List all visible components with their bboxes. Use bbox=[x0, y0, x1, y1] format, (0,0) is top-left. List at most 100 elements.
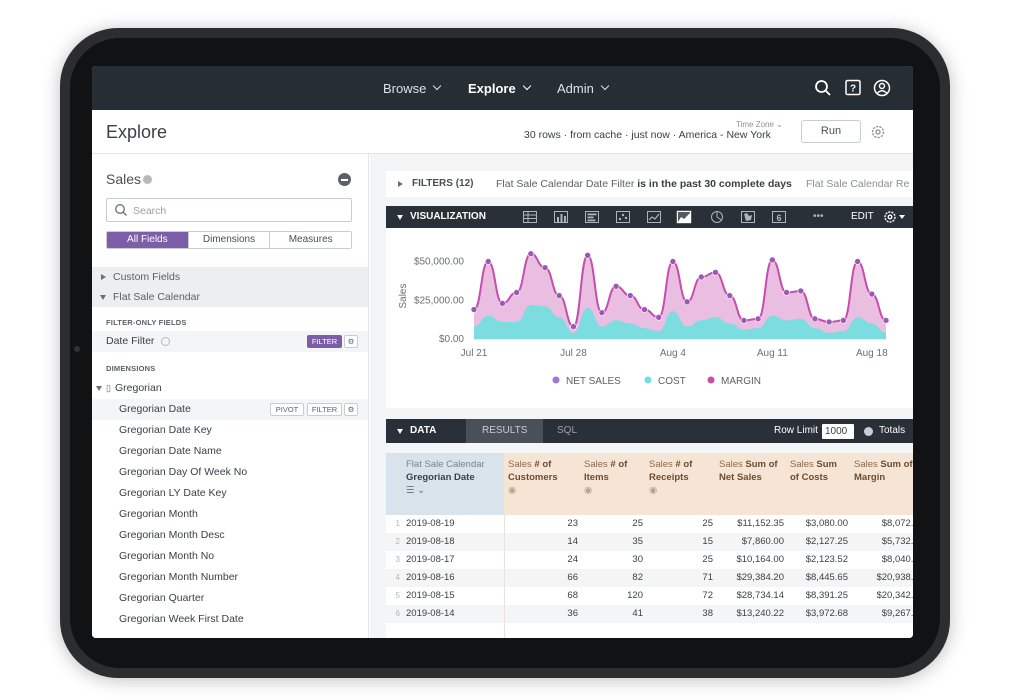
pie-chart-icon[interactable] bbox=[709, 210, 725, 224]
search-icon[interactable] bbox=[814, 79, 832, 97]
data-point bbox=[555, 292, 563, 299]
user-icon[interactable] bbox=[873, 79, 891, 97]
data-point bbox=[840, 317, 847, 324]
table-row: 5 2019-08-15 68 120 72 $28,734.14 $8,391.25 $20… bbox=[386, 587, 913, 605]
group-gregorian[interactable]: ▯ Gregorian bbox=[92, 378, 368, 399]
field-gregorian-week-first-date[interactable]: Gregorian Week First Date bbox=[92, 609, 368, 630]
column-header-receipts[interactable]: Sales # of Receipts ◉ bbox=[645, 453, 715, 515]
edit-button[interactable]: EDIT bbox=[851, 206, 874, 228]
data-point bbox=[598, 309, 606, 316]
field-gregorian-day-of-week-no[interactable]: Gregorian Day Of Week No bbox=[92, 462, 368, 483]
field-gregorian-date-name[interactable]: Gregorian Date Name bbox=[92, 441, 368, 462]
totals-toggle[interactable] bbox=[864, 427, 873, 436]
field-gregorian-date-key[interactable]: Gregorian Date Key bbox=[92, 420, 368, 441]
segment-dimensions[interactable]: Dimensions bbox=[187, 232, 270, 248]
dimensions-heading: DIMENSIONS bbox=[106, 364, 156, 373]
gear-icon[interactable]: ⚙ bbox=[344, 403, 358, 416]
field-gregorian-ly-date-key[interactable]: Gregorian LY Date Key bbox=[92, 483, 368, 504]
legend-label: COST bbox=[658, 376, 686, 387]
gear-icon[interactable] bbox=[870, 124, 886, 140]
timezone-label[interactable]: Time Zone ⌄ bbox=[736, 120, 783, 129]
data-point bbox=[882, 317, 890, 324]
scatter-chart-icon[interactable] bbox=[615, 210, 631, 224]
x-tick-label: Jul 28 bbox=[560, 348, 587, 359]
cell-cust: 24 bbox=[567, 554, 578, 565]
nav-browse[interactable]: Browse bbox=[383, 66, 442, 110]
field-gregorian-quarter[interactable]: Gregorian Quarter bbox=[92, 588, 368, 609]
field-gregorian-date[interactable]: Gregorian Date PIVOT FILTER ⚙ bbox=[92, 399, 368, 420]
row-number: 3 bbox=[395, 555, 400, 564]
y-tick-label: $50,000.00 bbox=[414, 257, 464, 268]
more-icon[interactable]: ••• bbox=[813, 206, 824, 228]
segment-all-fields[interactable]: All Fields bbox=[107, 232, 188, 248]
data-point bbox=[712, 269, 719, 276]
column-header-customers[interactable]: Sales # of Customers ◉ bbox=[504, 453, 580, 515]
caret-down-icon bbox=[100, 295, 106, 300]
cell-items: 120 bbox=[627, 590, 643, 601]
gear-icon[interactable] bbox=[883, 210, 897, 224]
field-search-input[interactable]: Search bbox=[106, 198, 352, 222]
cell-net: $13,240.22 bbox=[736, 608, 784, 619]
cell-rec: 71 bbox=[702, 572, 713, 583]
filter-summary-more: Flat Sale Calendar Re bbox=[806, 178, 910, 190]
gear-icon[interactable]: ⚙ bbox=[344, 335, 358, 348]
pivot-button[interactable]: PIVOT bbox=[270, 403, 304, 416]
nav-admin[interactable]: Admin bbox=[557, 66, 610, 110]
tab-results[interactable]: RESULTS bbox=[466, 419, 544, 443]
filters-header[interactable]: FILTERS (12) bbox=[412, 171, 473, 197]
group-custom-fields[interactable]: Custom Fields bbox=[92, 267, 368, 287]
y-tick-label: $25,000.00 bbox=[414, 295, 464, 306]
chevron-down-icon bbox=[433, 81, 442, 91]
filter-button[interactable]: FILTER bbox=[307, 403, 342, 416]
tab-sql[interactable]: SQL bbox=[541, 419, 593, 443]
cell-cost: $8,445.65 bbox=[805, 572, 848, 583]
info-icon[interactable] bbox=[143, 175, 152, 184]
results-table: Flat Sale Calendar Gregorian Date ☰ ⌄ Sa… bbox=[386, 453, 913, 638]
segment-measures[interactable]: Measures bbox=[269, 232, 351, 248]
field-gregorian-month[interactable]: Gregorian Month bbox=[92, 504, 368, 525]
field-gregorian-month-number[interactable]: Gregorian Month Number bbox=[92, 567, 368, 588]
bar-chart-icon[interactable] bbox=[553, 210, 569, 224]
filters-bar[interactable]: FILTERS (12) Flat Sale Calendar Date Fil… bbox=[386, 171, 913, 197]
svg-text:?: ? bbox=[850, 84, 856, 95]
column-header-margin[interactable]: Sales Sum of Margin bbox=[850, 453, 913, 515]
column-header-gregorian-date[interactable]: Flat Sale Calendar Gregorian Date ☰ ⌄ bbox=[386, 453, 504, 515]
visualization-header[interactable]: VISUALIZATION bbox=[410, 206, 486, 228]
field-gregorian-month-desc[interactable]: Gregorian Month Desc bbox=[92, 525, 368, 546]
single-value-icon[interactable]: 6 bbox=[771, 210, 787, 224]
table-viz-icon[interactable] bbox=[522, 210, 538, 224]
column-header-items[interactable]: Sales # of Items ◉ bbox=[580, 453, 645, 515]
cell-date: 2019-08-18 bbox=[406, 536, 455, 547]
legend-marker bbox=[644, 376, 652, 384]
data-point bbox=[570, 323, 577, 330]
table-row: 1 2019-08-19 23 25 25 $11,152.35 $3,080.00 $8,0… bbox=[386, 515, 913, 533]
cell-cust: 14 bbox=[567, 536, 578, 547]
column-chart-icon[interactable] bbox=[584, 210, 600, 224]
data-header[interactable]: DATA bbox=[410, 419, 436, 443]
field-gregorian-month-no[interactable]: Gregorian Month No bbox=[92, 546, 368, 567]
help-icon[interactable]: ? bbox=[844, 79, 862, 97]
cell-items: 35 bbox=[632, 536, 643, 547]
cell-net: $10,164.00 bbox=[736, 554, 784, 565]
column-header-costs[interactable]: Sales Sum of Costs bbox=[786, 453, 850, 515]
field-date-filter[interactable]: Date Filter FILTER ⚙ bbox=[92, 331, 368, 352]
nav-explore[interactable]: Explore bbox=[468, 66, 531, 110]
eye-icon: ◉ bbox=[649, 485, 658, 496]
x-tick-label: Aug 11 bbox=[757, 348, 788, 359]
model-name: Sales bbox=[106, 171, 142, 187]
collapse-icon[interactable] bbox=[338, 173, 351, 186]
column-header-net-sales[interactable]: Sales Sum of Net Sales bbox=[715, 453, 786, 515]
line-chart-icon[interactable] bbox=[646, 210, 662, 224]
cell-items: 25 bbox=[632, 518, 643, 529]
cell-margin: $8,040.48 bbox=[881, 554, 913, 565]
map-icon[interactable] bbox=[740, 210, 756, 224]
group-flat-sale-calendar[interactable]: Flat Sale Calendar bbox=[92, 287, 368, 307]
run-button[interactable]: Run bbox=[801, 120, 861, 143]
info-icon[interactable] bbox=[161, 337, 170, 346]
filter-button[interactable]: FILTER bbox=[307, 335, 342, 348]
sort-icon[interactable]: ☰ ⌄ bbox=[406, 485, 425, 496]
area-chart-icon[interactable] bbox=[676, 210, 692, 224]
row-limit-input[interactable]: 1000 bbox=[822, 424, 854, 439]
top-nav: Browse Explore Admin ? bbox=[92, 66, 913, 110]
cell-margin: $8,072.35 bbox=[881, 518, 913, 529]
